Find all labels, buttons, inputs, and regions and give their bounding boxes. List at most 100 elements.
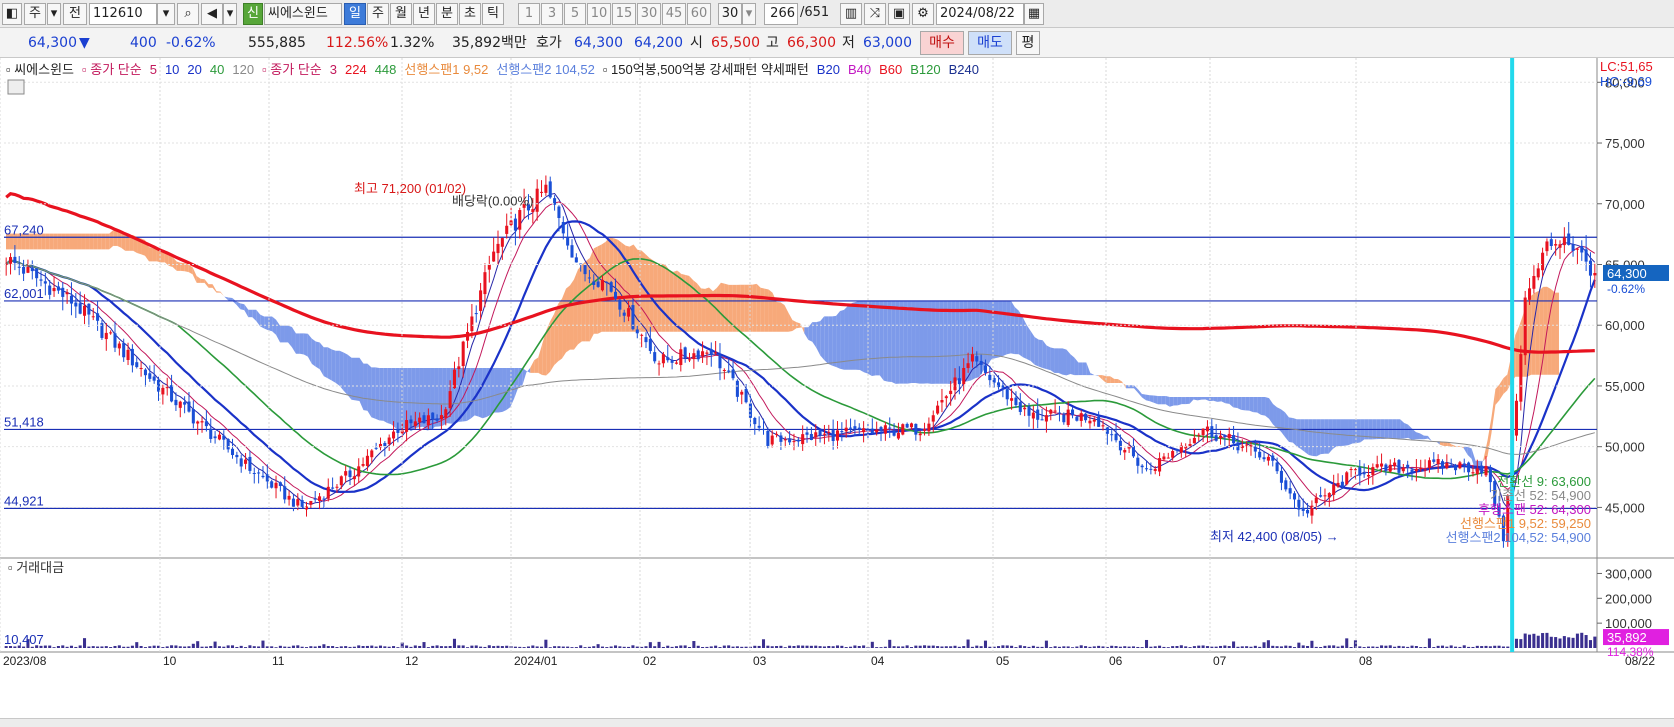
volume-bar — [1092, 646, 1096, 648]
volume-bar — [135, 642, 139, 648]
interval-tab-5[interactable]: 5 — [564, 3, 586, 25]
period-tab-2[interactable]: 월 — [390, 3, 412, 25]
candle-body — [849, 427, 853, 429]
candle-body — [966, 363, 970, 369]
volume-bar — [574, 647, 578, 648]
date-input[interactable]: 2024/08/22 — [936, 3, 1024, 25]
speaker-icon[interactable]: ◀ — [201, 3, 223, 25]
chevron-down-icon[interactable]: ▾ — [47, 3, 61, 25]
interval-tab-45[interactable]: 45 — [662, 3, 686, 25]
volume-bar — [78, 645, 82, 648]
interval-tab-60[interactable]: 60 — [687, 3, 711, 25]
code-input[interactable]: 112610 — [89, 3, 157, 25]
ichimoku-cloud-segment — [248, 309, 253, 318]
interval-tab-3[interactable]: 3 — [541, 3, 563, 25]
ichimoku-cloud-segment — [359, 357, 364, 411]
buy-button[interactable]: 매수 — [920, 31, 964, 55]
sell-button[interactable]: 매도 — [968, 31, 1012, 55]
volume-bar — [326, 646, 330, 648]
volume-bar — [409, 646, 413, 648]
period-tab-5[interactable]: 초 — [459, 3, 481, 25]
ichimoku-cloud-segment — [1312, 419, 1317, 457]
ichimoku-cloud-segment — [1217, 397, 1222, 402]
candle-body — [178, 401, 182, 408]
ichimoku-cloud-segment — [347, 354, 352, 400]
volume-bar — [1380, 645, 1384, 648]
volume-panel-title: ▫ 거래대금 — [8, 560, 64, 575]
candle-type-icon[interactable]: ▥ — [840, 3, 862, 25]
scroll-bar[interactable] — [0, 718, 1674, 727]
candle-body — [230, 448, 235, 456]
interval-tab-15[interactable]: 15 — [612, 3, 636, 25]
calendar-icon[interactable]: ▦ — [1024, 3, 1044, 25]
code-dropdown-icon[interactable]: ▾ — [157, 3, 175, 25]
candle-body — [1053, 410, 1057, 412]
interval-tab-30[interactable]: 30 — [637, 3, 661, 25]
volume-bar — [1432, 647, 1436, 648]
candle-body — [609, 282, 613, 292]
gear-icon[interactable]: ⚙ — [912, 3, 934, 25]
volume-bar — [339, 646, 343, 648]
eval-button[interactable]: 평 — [1016, 31, 1040, 55]
last-price-pct: -0.62% — [1607, 282, 1645, 296]
ichimoku-cloud-segment — [883, 300, 888, 382]
bid-price: 64,200 — [634, 35, 683, 51]
volume-bar — [735, 646, 739, 648]
candle-body — [448, 391, 452, 409]
interval-select[interactable]: 30 — [718, 3, 742, 25]
candle-body — [1319, 495, 1323, 497]
period-tab-0[interactable]: 일 — [344, 3, 366, 25]
ichimoku-cloud-segment — [1038, 339, 1043, 369]
candle-body — [1118, 440, 1122, 451]
period-tab-3[interactable]: 년 — [413, 3, 435, 25]
period-tab-6[interactable]: 틱 — [482, 3, 504, 25]
candle-body — [1562, 237, 1566, 246]
ichimoku-cloud-segment — [1423, 435, 1428, 440]
ichimoku-cloud-segment — [907, 300, 912, 384]
volume-bar — [1349, 647, 1353, 648]
candle-body — [1371, 467, 1375, 475]
speaker-dropdown-icon[interactable]: ▾ — [223, 3, 237, 25]
ichimoku-cloud-segment — [1344, 419, 1349, 446]
price-chart[interactable]: 67,240 62,001 51,418 44,921 300,000 200,000 1… — [0, 58, 1674, 718]
search-icon[interactable]: ⌕ — [177, 3, 199, 25]
candle-body — [461, 341, 465, 367]
stock-name[interactable]: 씨에스윈드 — [264, 3, 342, 25]
candle-body — [1427, 460, 1431, 468]
compare-icon[interactable]: ⤨ — [864, 3, 886, 25]
candle-body — [1092, 419, 1096, 422]
period-tab-4[interactable]: 분 — [436, 3, 458, 25]
volume-bar — [1519, 639, 1523, 648]
volume-bar — [1205, 646, 1209, 648]
ichimoku-cloud-segment — [589, 248, 594, 342]
interval-tab-1[interactable]: 1 — [518, 3, 540, 25]
volume-bar — [757, 645, 761, 648]
candle-body — [596, 281, 600, 287]
candle-body — [65, 292, 69, 295]
volume-bar — [901, 646, 905, 648]
count-input[interactable]: 266 — [764, 3, 798, 25]
volume-bar — [152, 645, 156, 648]
period-tab-1[interactable]: 주 — [367, 3, 389, 25]
prev-button[interactable]: 전 — [63, 3, 87, 25]
volume-bar — [348, 646, 352, 648]
volume-bar — [392, 646, 396, 648]
ichimoku-cloud-segment — [780, 302, 785, 332]
volume-bar — [361, 646, 365, 648]
ichimoku-cloud-segment — [776, 302, 781, 332]
volume-bar — [331, 646, 335, 648]
interval-dropdown-icon[interactable]: ▾ — [742, 3, 756, 25]
volume-bar — [627, 646, 631, 648]
candle-body — [692, 353, 696, 360]
candle-body — [1436, 459, 1440, 465]
layout-icon[interactable]: ◧ — [2, 3, 22, 25]
volume-bar — [709, 646, 713, 648]
interval-tab-10[interactable]: 10 — [587, 3, 611, 25]
candle-body — [1593, 272, 1597, 276]
volume-bar — [1258, 646, 1262, 648]
candle-body — [1031, 412, 1035, 419]
period-select[interactable]: 주 — [24, 3, 46, 25]
save-icon[interactable]: ▣ — [888, 3, 910, 25]
ichimoku-cloud-segment — [339, 350, 344, 391]
volume-bar — [370, 645, 374, 648]
